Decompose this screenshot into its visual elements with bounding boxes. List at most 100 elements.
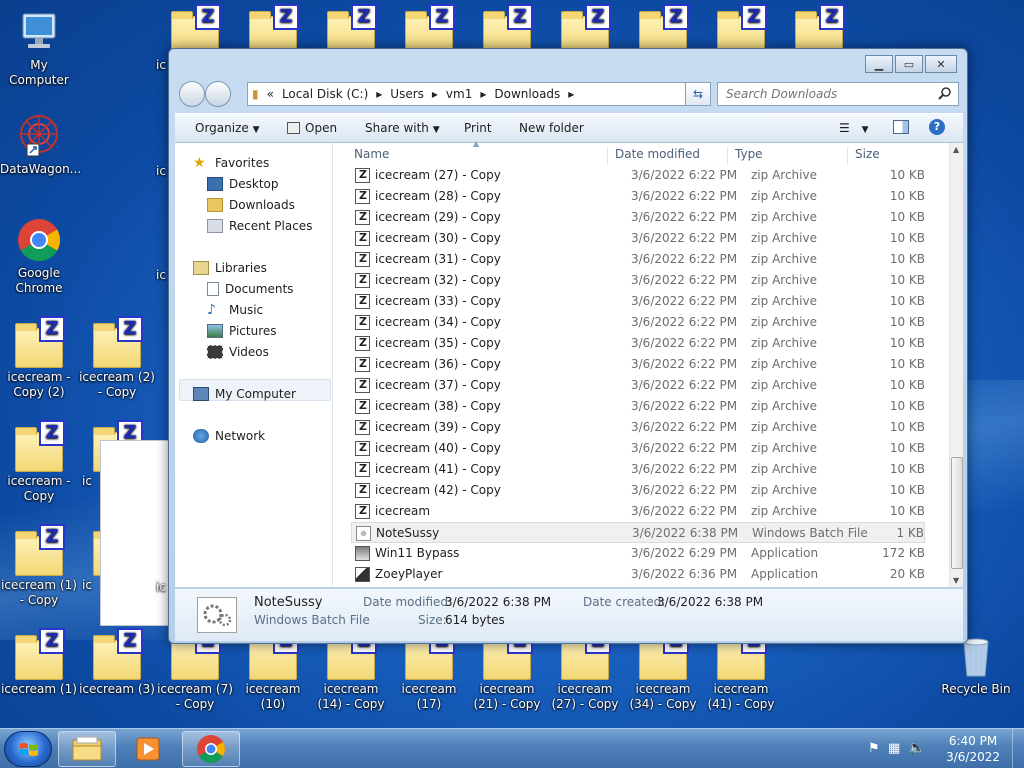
breadcrumb-local-disk[interactable]: Local Disk (C:) — [282, 87, 368, 101]
desktop-icon-zip[interactable]: Zicecream (21) - Copy — [468, 628, 546, 712]
breadcrumb-vm1[interactable]: vm1 — [446, 87, 472, 101]
vertical-scrollbar[interactable]: ▲ ▼ — [949, 143, 963, 587]
scroll-up-icon[interactable]: ▲ — [953, 145, 959, 154]
desktop-icon-zip[interactable]: Zicecream (1) — [0, 628, 78, 697]
zip-archive-icon — [355, 357, 370, 372]
file-row[interactable]: icecream (40) - Copy 3/6/2022 6:22 PM zip … — [351, 438, 925, 459]
details-pane: NoteSussy Windows Batch File Date modifi… — [175, 589, 963, 641]
file-row[interactable]: icecream (30) - Copy 3/6/2022 6:22 PM zip … — [351, 228, 925, 249]
nav-videos[interactable]: Videos — [207, 342, 269, 362]
taskbar-media-player-button[interactable] — [120, 731, 176, 767]
maximize-button[interactable]: ▭ — [895, 55, 923, 73]
details-size-value: 614 bytes — [445, 613, 505, 627]
chevron-down-icon: ▼ — [432, 125, 440, 135]
search-input[interactable] — [717, 82, 959, 106]
preview-pane-button[interactable] — [893, 120, 909, 137]
nav-network[interactable]: Network — [193, 426, 265, 446]
breadcrumb-users[interactable]: Users — [390, 87, 424, 101]
desktop-icon-zip[interactable]: Zicecream - Copy (2) — [0, 316, 78, 400]
desktop-icon-label: icecream (10) — [245, 682, 301, 711]
desktop-icon-zip[interactable]: Zicecream (41) - Copy — [702, 628, 780, 712]
file-row[interactable]: icecream (32) - Copy 3/6/2022 6:22 PM zip … — [351, 270, 925, 291]
file-row[interactable]: icecream (39) - Copy 3/6/2022 6:22 PM zip … — [351, 417, 925, 438]
column-header-type[interactable]: Type — [735, 147, 763, 167]
nav-music[interactable]: ♪ Music — [207, 300, 263, 320]
column-header-date[interactable]: Date modified — [615, 147, 700, 167]
forward-button[interactable] — [205, 81, 231, 107]
desktop-icon-zip[interactable]: Zicecream (7) - Copy — [156, 628, 234, 712]
desktop-icon-zip[interactable]: Zicecream (3) — [78, 628, 156, 697]
file-size: 10 KB — [889, 252, 925, 266]
file-row[interactable]: icecream (42) - Copy 3/6/2022 6:22 PM zip … — [351, 480, 925, 501]
column-header-name[interactable]: Name — [354, 147, 389, 167]
refresh-button[interactable]: ⇆ — [685, 82, 711, 106]
share-with-button[interactable]: Share with ▼ — [365, 121, 440, 135]
taskbar-explorer-button[interactable] — [58, 731, 116, 767]
file-row[interactable]: icecream (38) - Copy 3/6/2022 6:22 PM zip … — [351, 396, 925, 417]
column-divider[interactable] — [607, 147, 608, 165]
file-row[interactable]: icecream (33) - Copy 3/6/2022 6:22 PM zip … — [351, 291, 925, 312]
desktop-icon-datawagon[interactable]: DataWagon... — [0, 112, 81, 177]
file-row[interactable]: icecream (27) - Copy 3/6/2022 6:22 PM zip … — [351, 165, 925, 186]
file-row[interactable]: icecream (37) - Copy 3/6/2022 6:22 PM zip … — [351, 375, 925, 396]
clock[interactable]: 6:40 PM 3/6/2022 — [946, 733, 1000, 765]
scroll-down-icon[interactable]: ▼ — [953, 576, 959, 585]
nav-recent-places[interactable]: Recent Places — [207, 216, 312, 236]
action-center-flag-icon[interactable]: ⚑ — [868, 741, 880, 756]
close-button[interactable]: ✕ — [925, 55, 957, 73]
zip-archive-icon — [355, 252, 370, 267]
column-divider[interactable] — [727, 147, 728, 165]
details-created-label: Date created: — [583, 595, 666, 609]
desktop-icon-zip[interactable]: Zicecream (1) - Copy — [0, 524, 78, 608]
scrollbar-thumb[interactable] — [951, 457, 963, 569]
desktop-icon-zip[interactable]: Zicecream (34) - Copy — [624, 628, 702, 712]
nav-downloads[interactable]: Downloads — [207, 195, 295, 215]
start-button[interactable] — [4, 731, 52, 767]
nav-documents[interactable]: Documents — [207, 279, 293, 299]
column-header-size[interactable]: Size — [855, 147, 880, 167]
help-button[interactable]: ? — [929, 119, 945, 135]
minimize-button[interactable]: ▁ — [865, 55, 893, 73]
taskbar-chrome-button[interactable] — [182, 731, 240, 767]
nav-my-computer[interactable]: My Computer — [193, 384, 296, 404]
desktop-icon-zip[interactable]: Zicecream - Copy — [0, 420, 78, 504]
open-button[interactable]: Open — [287, 121, 337, 135]
nav-favorites[interactable]: ★ Favorites — [193, 153, 269, 173]
nav-pictures[interactable]: Pictures — [207, 321, 277, 341]
print-button[interactable]: Print — [464, 121, 492, 135]
desktop-icon-google-chrome[interactable]: Google Chrome — [0, 216, 78, 296]
nav-libraries[interactable]: Libraries — [193, 258, 267, 278]
desktop-icon-zip[interactable]: Zicecream (10) — [234, 628, 312, 712]
breadcrumb-downloads[interactable]: Downloads — [494, 87, 560, 101]
file-row[interactable]: NoteSussy 3/6/2022 6:38 PM Windows Batch F… — [351, 522, 925, 543]
column-divider[interactable] — [847, 147, 848, 165]
organize-button[interactable]: Organize ▼ — [195, 121, 260, 135]
view-options-button[interactable]: ☰ ▼ — [839, 121, 869, 135]
file-row[interactable]: icecream (31) - Copy 3/6/2022 6:22 PM zip … — [351, 249, 925, 270]
file-row[interactable]: icecream (28) - Copy 3/6/2022 6:22 PM zip … — [351, 186, 925, 207]
volume-icon[interactable]: 🔈 — [908, 740, 925, 756]
file-row[interactable]: icecream 3/6/2022 6:22 PM zip Archive 10 KB — [351, 501, 925, 522]
desktop-icon-zip[interactable]: Zicecream (17) — [390, 628, 468, 712]
file-row[interactable]: icecream (41) - Copy 3/6/2022 6:22 PM zip … — [351, 459, 925, 480]
show-desktop-button[interactable] — [1012, 729, 1024, 768]
file-row[interactable]: icecream (29) - Copy 3/6/2022 6:22 PM zip … — [351, 207, 925, 228]
file-row[interactable]: icecream (36) - Copy 3/6/2022 6:22 PM zip … — [351, 354, 925, 375]
taskbar: ⚑ ▦ 🔈 6:40 PM 3/6/2022 — [0, 728, 1024, 768]
file-row[interactable]: ZoeyPlayer 3/6/2022 6:36 PM Application 20 … — [351, 564, 925, 585]
file-row[interactable]: icecream (35) - Copy 3/6/2022 6:22 PM zip … — [351, 333, 925, 354]
file-name: icecream (41) - Copy — [375, 462, 501, 476]
nav-desktop[interactable]: Desktop — [207, 174, 279, 194]
back-button[interactable] — [179, 81, 205, 107]
address-bar[interactable]: ▮ « Local Disk (C:) ▸ Users ▸ vm1 ▸ Down… — [247, 82, 711, 106]
file-row[interactable]: icecream (34) - Copy 3/6/2022 6:22 PM zip … — [351, 312, 925, 333]
desktop-icon-zip[interactable]: Zicecream (14) - Copy — [312, 628, 390, 712]
file-row[interactable]: Win11 Bypass 3/6/2022 6:29 PM Application 1… — [351, 543, 925, 564]
search-icon[interactable] — [937, 86, 953, 102]
network-icon[interactable]: ▦ — [888, 741, 900, 756]
desktop-icon-zip[interactable]: Zicecream (27) - Copy — [546, 628, 624, 712]
breadcrumb-overflow[interactable]: « — [267, 87, 274, 101]
desktop-icon-zip[interactable]: Zicecream (2) - Copy — [78, 316, 156, 400]
new-folder-button[interactable]: New folder — [519, 121, 584, 135]
desktop-icon-my-computer[interactable]: My Computer — [0, 8, 78, 88]
